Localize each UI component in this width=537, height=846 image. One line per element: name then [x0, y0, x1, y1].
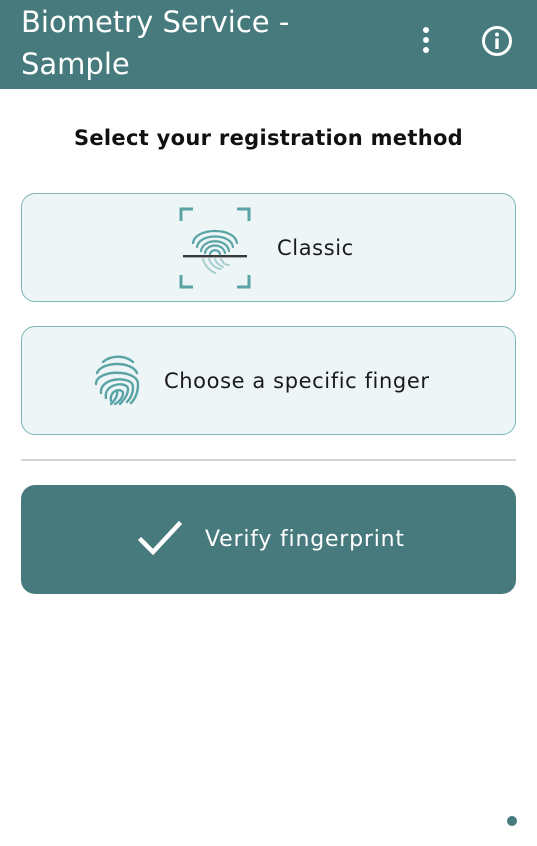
specific-finger-button[interactable]: Choose a specific finger — [21, 326, 516, 435]
section-divider — [21, 459, 516, 461]
verify-fingerprint-button[interactable]: Verify fingerprint — [21, 485, 516, 594]
specific-finger-option-label: Choose a specific finger — [164, 369, 430, 393]
verify-fingerprint-label: Verify fingerprint — [205, 527, 405, 552]
more-vertical-icon — [423, 27, 429, 53]
app-title-line-2: Sample — [21, 47, 130, 81]
checkmark-icon — [138, 520, 182, 556]
overflow-menu-button[interactable] — [408, 20, 444, 60]
app-title: Biometry Service - Sample — [21, 1, 391, 85]
fingerprint-scan-icon — [179, 207, 251, 289]
app-title-line-1: Biometry Service - — [21, 5, 290, 39]
fingerprint-icon — [94, 355, 140, 406]
classic-registration-button[interactable]: Classic — [21, 193, 516, 302]
classic-option-label: Classic — [277, 236, 354, 260]
page-heading: Select your registration method — [73, 126, 464, 150]
page-indicator-dot — [507, 816, 517, 826]
app-bar: Biometry Service - Sample — [0, 0, 537, 89]
info-icon — [482, 26, 512, 56]
info-button[interactable] — [478, 22, 516, 60]
